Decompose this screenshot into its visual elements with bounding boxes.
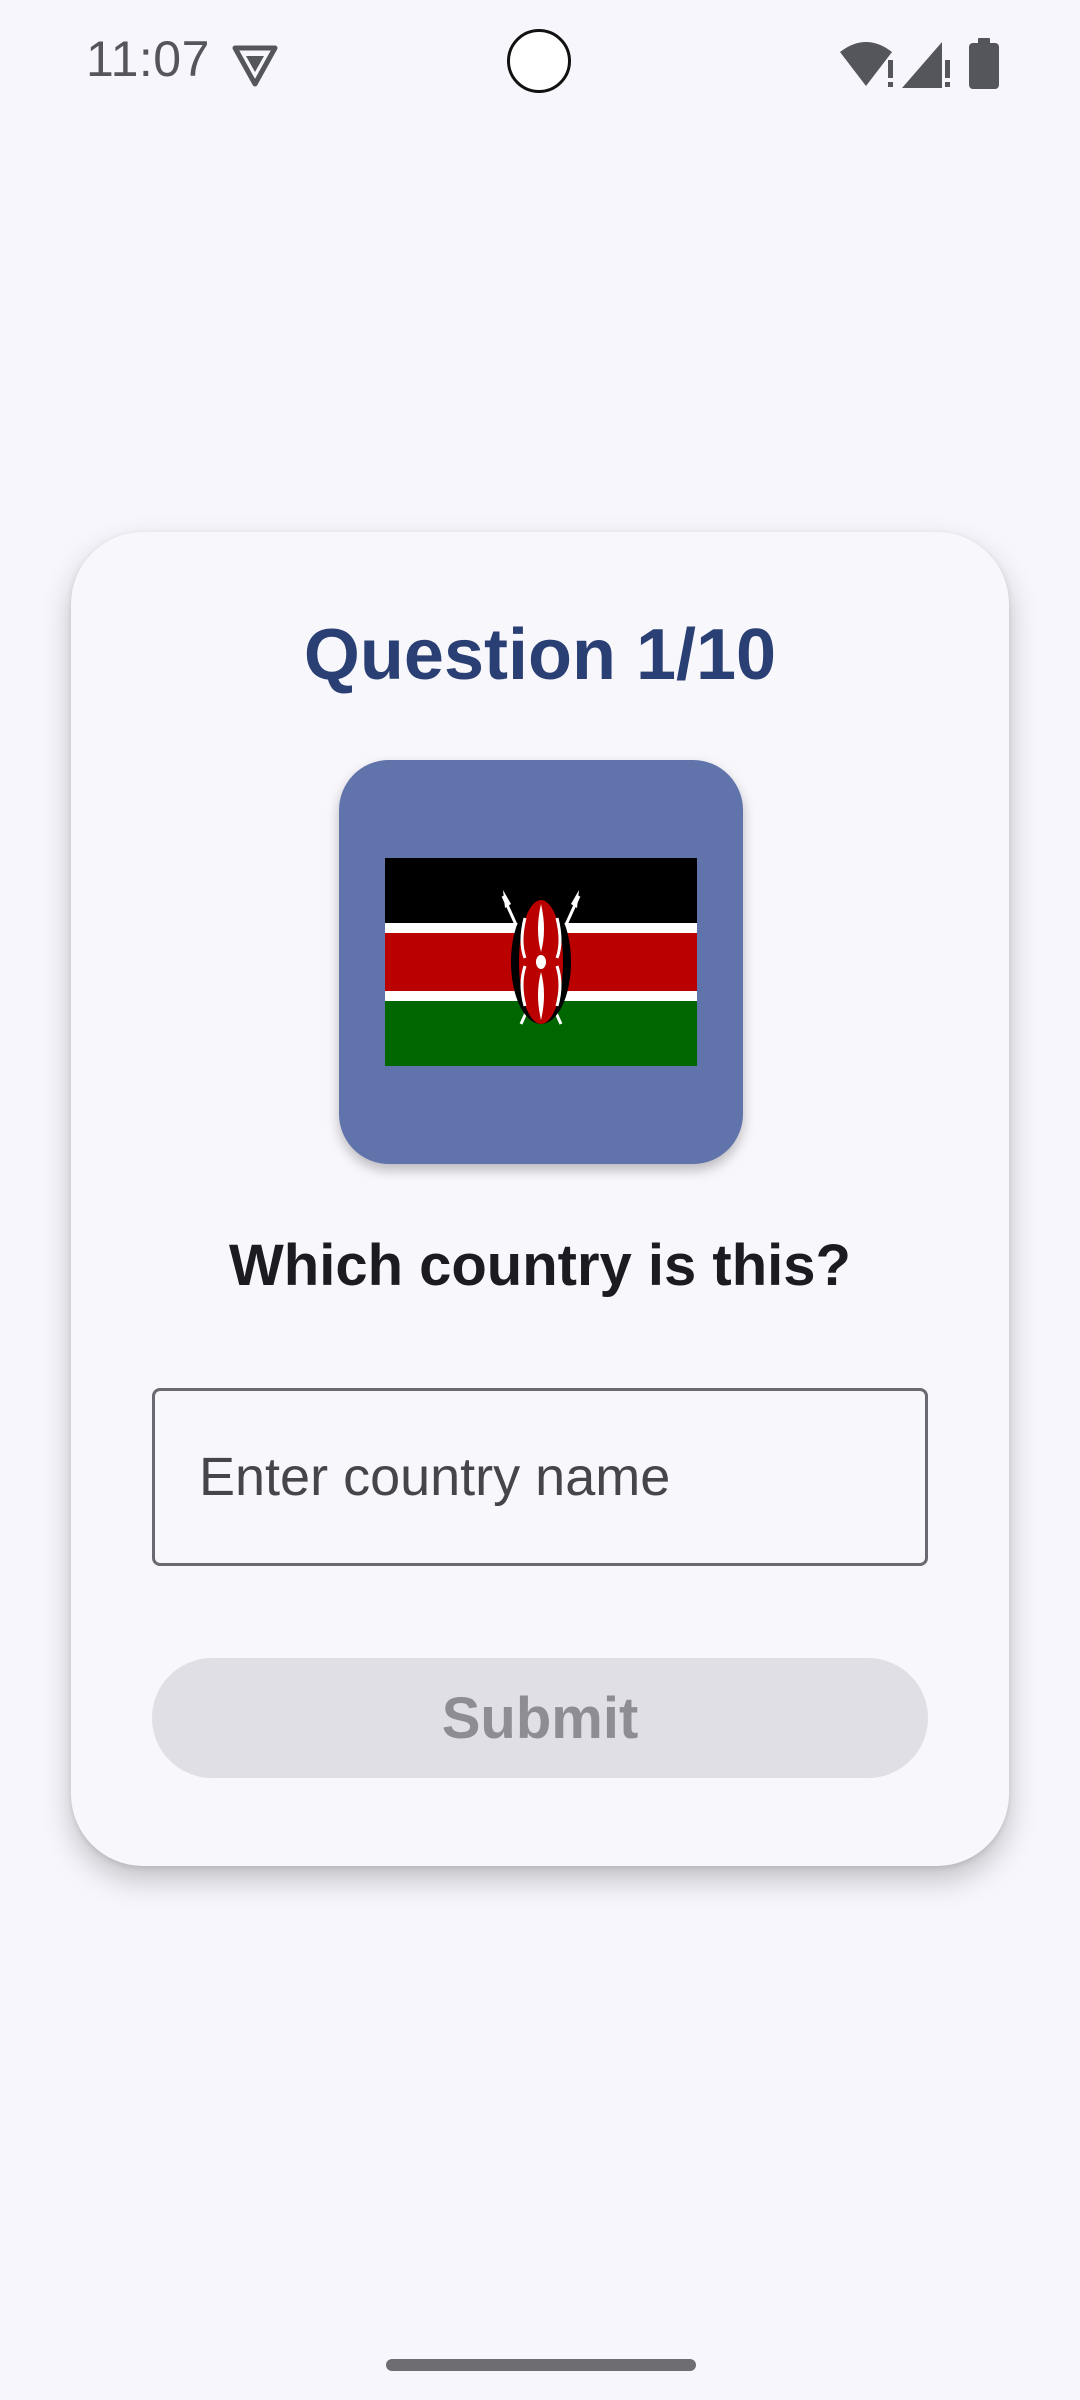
- battery-icon: [969, 38, 999, 89]
- status-time: 11:07: [86, 31, 210, 87]
- camera-cutout: [507, 29, 571, 93]
- vpn-icon: [232, 45, 278, 87]
- kenya-flag-icon: [385, 858, 697, 1066]
- flag-container: [339, 760, 743, 1164]
- home-indicator[interactable]: [386, 2359, 696, 2371]
- cell-signal-icon: [902, 42, 950, 88]
- question-card: Question 1/10 Which country is this? Ent…: [71, 532, 1009, 1866]
- wifi-icon: [840, 42, 893, 87]
- submit-button[interactable]: Submit: [152, 1658, 928, 1778]
- status-bar: 11:07: [0, 0, 1080, 130]
- question-prompt: Which country is this?: [229, 1233, 851, 1298]
- country-name-input[interactable]: [152, 1388, 928, 1566]
- question-counter: Question 1/10: [303, 615, 777, 695]
- quiz-screen: 11:07 Question 1/10 Which country is thi…: [0, 0, 1080, 2400]
